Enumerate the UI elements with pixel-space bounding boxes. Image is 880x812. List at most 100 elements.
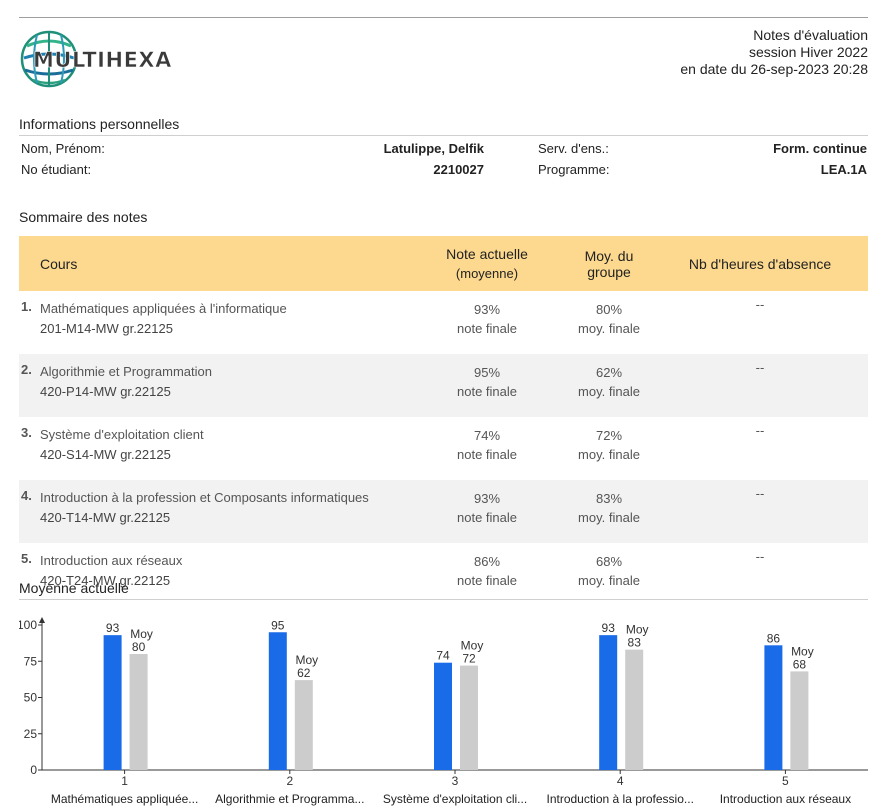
bar-group-label: 68	[793, 657, 807, 671]
table-row: 1. Mathématiques appliquées à l'informati…	[19, 291, 868, 354]
bar-group-average	[460, 665, 478, 770]
course-number: 4.	[19, 480, 40, 543]
table-row: 3. Système d'exploitation client 420-S14-M…	[19, 417, 868, 480]
course-cell: Algorithmie et Programmation 420-P14-MW g…	[40, 354, 408, 417]
bar-student	[599, 635, 618, 770]
id-value: 2210027	[433, 162, 484, 177]
report-title: Notes d'évaluation	[753, 27, 868, 43]
group-average: 62%	[595, 365, 623, 380]
absence-hours: --	[755, 297, 765, 312]
group-average-cell: 72% moy. finale	[566, 417, 652, 480]
grades-table: Cours Note actuelle (moyenne) Moy. du gr…	[19, 236, 868, 606]
course-title: Mathématiques appliquées à l'informatiqu…	[40, 301, 287, 316]
col-current-grade: Note actuelle (moyenne)	[408, 236, 566, 291]
table-row: 2. Algorithmie et Programmation 420-P14-MW…	[19, 354, 868, 417]
grades-table-header: Cours Note actuelle (moyenne) Moy. du gr…	[19, 236, 868, 291]
group-average-note: moy. finale	[578, 384, 640, 399]
bar-group-average	[294, 680, 313, 770]
course-cell: Système d'exploitation client 420-S14-MW …	[40, 417, 408, 480]
course-code: 420-S14-MW gr.22125	[40, 447, 171, 462]
col-group-average: Moy. du groupe	[566, 236, 652, 291]
bar-group-label: 83	[628, 636, 642, 650]
program-value: LEA.1A	[820, 162, 867, 177]
current-grade-cell: 95% note finale	[408, 354, 566, 417]
group-average-cell: 62% moy. finale	[566, 354, 652, 417]
bar-group-label: 72	[462, 652, 476, 666]
name-label: Nom, Prénom:	[21, 141, 105, 156]
y-tick-label: 100	[19, 618, 37, 632]
info-row-name: Nom, Prénom: Latulippe, Delfik Serv. d'e…	[19, 141, 868, 161]
bar-group-average	[129, 654, 148, 770]
group-average-note: moy. finale	[578, 447, 640, 462]
current-grade-note: note finale	[457, 321, 517, 336]
bar-student-label: 86	[767, 631, 781, 645]
x-tick-label: 2	[286, 774, 293, 788]
current-grade: 95%	[473, 365, 501, 380]
group-average: 80%	[595, 302, 623, 317]
current-grade-note: note finale	[457, 447, 517, 462]
current-grade: 93%	[473, 491, 501, 506]
current-grade-note: note finale	[457, 384, 517, 399]
bar-group-series-label: Moy	[130, 627, 153, 641]
course-cell: Mathématiques appliquées à l'informatiqu…	[40, 291, 408, 354]
personal-info-title: Informations personnelles	[19, 116, 868, 136]
absence-hours: --	[755, 423, 765, 438]
x-tick-label: 5	[782, 774, 789, 788]
bar-group-average	[790, 671, 809, 770]
course-number: 3.	[21, 425, 32, 440]
bar-student-label: 95	[271, 618, 285, 632]
bar-group-average	[625, 649, 644, 770]
bar-student-label: 93	[106, 621, 120, 635]
current-grade: 86%	[473, 554, 501, 569]
bar-student	[103, 635, 122, 770]
current-grade-cell: 93% note finale	[408, 291, 566, 354]
group-average-cell: 80% moy. finale	[566, 291, 652, 354]
course-number: 2.	[19, 354, 40, 417]
col-course: Cours	[19, 236, 408, 291]
average-bar-chart: 02550751001Mathématiques appliquée...938…	[19, 617, 868, 806]
group-average: 68%	[595, 554, 623, 569]
group-average-cell: 83% moy. finale	[566, 480, 652, 543]
x-category-label: Introduction à la professio...	[546, 792, 693, 806]
bar-student-label: 74	[436, 649, 450, 663]
group-average: 83%	[595, 491, 623, 506]
bar-group-label: 80	[132, 640, 146, 654]
report-date: en date du 26-sep-2023 20:28	[680, 61, 868, 77]
bar-group-label: 62	[297, 666, 311, 680]
bar-student-label: 93	[602, 621, 616, 635]
name-value: Latulippe, Delfik	[383, 141, 484, 156]
info-row-id: No étudiant: 2210027 Programme: LEA.1A	[19, 162, 868, 182]
course-code: 201-M14-MW gr.22125	[40, 321, 173, 336]
x-tick-label: 4	[617, 774, 624, 788]
summary-title: Sommaire des notes	[19, 209, 148, 225]
bar-group-series-label: Moy	[626, 623, 649, 637]
absence-hours: --	[652, 480, 868, 543]
group-average-note: moy. finale	[578, 510, 640, 525]
course-title: Algorithmie et Programmation	[40, 364, 212, 379]
course-code: 420-P14-MW gr.22125	[40, 384, 171, 399]
id-label: No étudiant:	[21, 162, 92, 177]
top-divider	[19, 17, 868, 18]
x-tick-label: 3	[452, 774, 459, 788]
bar-group-series-label: Moy	[295, 653, 318, 667]
course-code: 420-T14-MW gr.22125	[40, 510, 171, 525]
table-row: 4. Introduction à la profession et Compos…	[19, 480, 868, 543]
bar-student	[764, 645, 783, 770]
x-category-label: Mathématiques appliquée...	[51, 792, 198, 806]
y-tick-label: 0	[30, 763, 37, 777]
current-grade-cell: 93% note finale	[408, 480, 566, 543]
bar-group-series-label: Moy	[791, 644, 814, 658]
course-title: Introduction à la profession et Composan…	[40, 490, 369, 505]
col-absence-hours: Nb d'heures d'absence	[652, 236, 868, 291]
course-cell: Introduction à la profession et Composan…	[40, 480, 408, 543]
brand-text: MULTIHEXA	[33, 48, 172, 72]
bar-student	[268, 632, 287, 770]
course-number: 1.	[21, 299, 32, 314]
bar-group-series-label: Moy	[461, 639, 484, 653]
chart-title: Moyenne actuelle	[19, 580, 868, 600]
group-average-note: moy. finale	[578, 321, 640, 336]
current-grade: 74%	[473, 428, 501, 443]
service-label: Serv. d'ens.:	[538, 141, 609, 156]
multihexa-logo: MULTIHEXA	[19, 28, 219, 90]
program-label: Programme:	[538, 162, 610, 177]
